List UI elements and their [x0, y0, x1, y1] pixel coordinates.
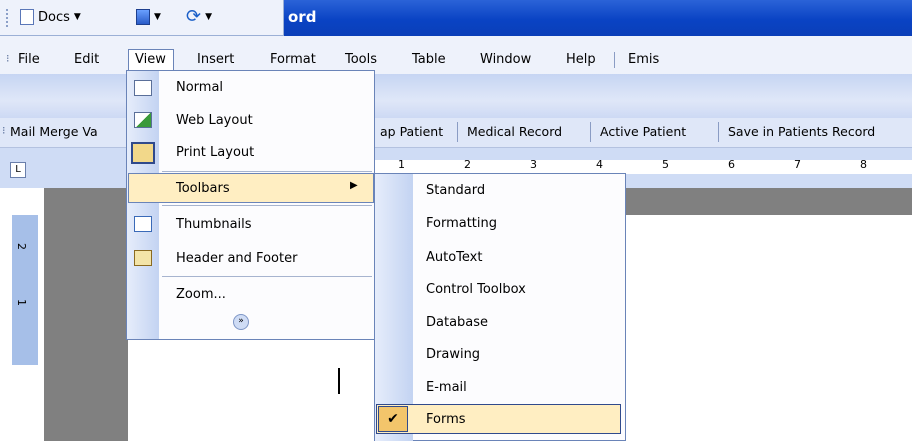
menu-item-toolbars[interactable]: Toolbars	[176, 181, 230, 196]
menu-table[interactable]: Table	[412, 52, 446, 67]
horizontal-ruler[interactable]	[374, 160, 912, 174]
normal-view-icon	[134, 80, 152, 96]
submenu-item-forms[interactable]: Forms	[426, 412, 466, 427]
book-icon	[136, 9, 150, 25]
toolbar-separator	[457, 122, 458, 142]
menu-item-thumbnails[interactable]: Thumbnails	[176, 217, 252, 232]
menu-format[interactable]: Format	[270, 52, 316, 67]
docs-label: Docs	[38, 9, 70, 25]
ruler-number: 4	[596, 158, 603, 171]
menu-item-normal[interactable]: Normal	[176, 80, 223, 95]
active-patient-button[interactable]: Active Patient	[600, 124, 686, 139]
tab-stop-selector[interactable]: L	[10, 162, 26, 178]
menu-edit[interactable]: Edit	[74, 52, 99, 67]
header-footer-icon	[134, 250, 152, 266]
window-title: ord	[288, 8, 317, 26]
research-button[interactable]: ▼	[136, 9, 161, 25]
toolbar-separator	[718, 122, 719, 142]
submenu-icon-gutter	[375, 174, 413, 441]
map-patient-button[interactable]: ap Patient	[380, 124, 443, 139]
menu-file[interactable]: File	[18, 52, 40, 67]
document-page[interactable]	[620, 215, 912, 441]
menu-separator	[162, 276, 372, 277]
toolbar-separator	[590, 122, 591, 142]
vertical-ruler-page	[12, 365, 38, 441]
ruler-number: 6	[728, 158, 735, 171]
menu-window[interactable]: Window	[480, 52, 531, 67]
ruler-number: 8	[860, 158, 867, 171]
quick-toolbar: Docs ▼ ▼ ⟳ ▼	[0, 0, 284, 36]
mail-merge-button[interactable]: Mail Merge Va	[10, 124, 98, 139]
ruler-number: 2	[464, 158, 471, 171]
thumbnails-icon	[134, 216, 152, 232]
document-page-visible[interactable]	[128, 340, 378, 441]
menu-separator	[614, 52, 615, 68]
document-icon	[20, 9, 34, 25]
submenu-item-database[interactable]: Database	[426, 315, 488, 330]
ruler-number: 7	[794, 158, 801, 171]
menu-insert[interactable]: Insert	[197, 52, 234, 67]
ruler-number: 1	[398, 158, 405, 171]
chevron-down-icon[interactable]: ▼	[154, 12, 161, 22]
medical-record-button[interactable]: Medical Record	[467, 124, 562, 139]
menu-item-web-layout[interactable]: Web Layout	[176, 113, 253, 128]
ruler-number: 3	[530, 158, 537, 171]
toolbar-grip[interactable]	[6, 9, 11, 27]
chevron-down-icon[interactable]: ▼	[205, 12, 212, 22]
submenu-item-control-toolbox[interactable]: Control Toolbox	[426, 282, 526, 297]
print-layout-icon	[131, 142, 155, 164]
refresh-globe-icon: ⟳	[186, 6, 202, 27]
ruler-number: 5	[662, 158, 669, 171]
forms-highlight[interactable]	[376, 404, 621, 434]
submenu-item-formatting[interactable]: Formatting	[426, 216, 497, 231]
chevron-down-icon[interactable]: ▼	[74, 12, 81, 22]
menu-item-zoom[interactable]: Zoom...	[176, 287, 226, 302]
submenu-item-standard[interactable]: Standard	[426, 183, 485, 198]
vertical-ruler-number: 2	[15, 243, 28, 250]
web-layout-icon	[134, 112, 152, 128]
menu-item-print-layout[interactable]: Print Layout	[176, 145, 254, 160]
submenu-item-drawing[interactable]: Drawing	[426, 347, 480, 362]
text-caret	[338, 368, 340, 394]
menu-view[interactable]: View	[135, 52, 166, 67]
toolbar-grip[interactable]: ⁝	[2, 124, 6, 137]
menu-help[interactable]: Help	[566, 52, 596, 67]
vertical-ruler-number: 1	[15, 299, 28, 306]
submenu-item-email[interactable]: E-mail	[426, 380, 467, 395]
docs-button[interactable]: Docs ▼	[20, 9, 81, 25]
save-in-patients-record-button[interactable]: Save in Patients Record	[728, 124, 875, 139]
submenu-arrow-icon: ▶	[350, 180, 358, 191]
checkmark-icon: ✔	[378, 406, 408, 432]
toolbars-highlight[interactable]	[128, 173, 374, 203]
menu-tools[interactable]: Tools	[345, 52, 377, 67]
menu-item-header-and-footer[interactable]: Header and Footer	[176, 251, 297, 266]
menubar-grip[interactable]: ⁝	[6, 52, 10, 65]
navigation-button[interactable]: ⟳ ▼	[186, 6, 212, 27]
expand-menu-chevron-icon[interactable]: »	[233, 314, 249, 330]
menu-separator	[162, 171, 372, 172]
menu-separator	[162, 205, 372, 206]
submenu-item-autotext[interactable]: AutoText	[426, 250, 482, 265]
menu-emis[interactable]: Emis	[628, 52, 659, 67]
